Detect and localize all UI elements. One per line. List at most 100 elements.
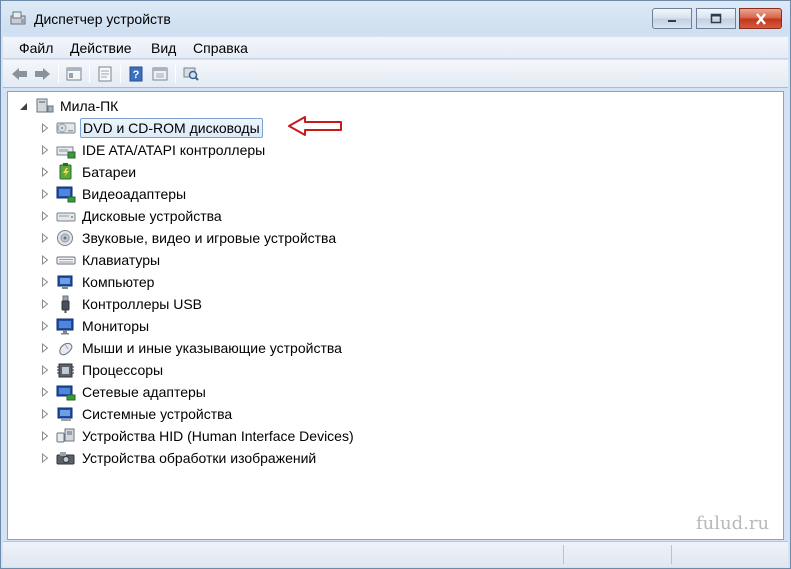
help-button[interactable]: ? — [127, 65, 145, 83]
tree-node-label: Сетевые адаптеры — [82, 384, 206, 400]
tree-node[interactable]: Звуковые, видео и игровые устройства — [40, 228, 338, 248]
tree-node-label: Батареи — [82, 164, 137, 180]
sound-device-icon — [56, 229, 76, 247]
forward-arrow-icon — [35, 68, 50, 80]
scan-hardware-button[interactable] — [182, 65, 200, 83]
expand-arrow-icon[interactable] — [40, 233, 50, 243]
tree-node[interactable]: Сетевые адаптеры — [40, 382, 208, 402]
watermark: fulud.ru — [696, 513, 770, 534]
menu-help[interactable]: Справка — [191, 40, 250, 56]
expand-arrow-icon[interactable] — [40, 321, 50, 331]
keyboard-icon — [56, 251, 76, 269]
tree-node[interactable]: Процессоры — [40, 360, 165, 380]
disk-drive-icon — [56, 207, 76, 225]
show-hide-tree-icon — [66, 67, 82, 81]
device-manager-window: Диспетчер устройств Файл Действие Вид Сп… — [0, 0, 791, 569]
title-bar[interactable]: Диспетчер устройств — [1, 1, 790, 36]
tree-node-label: Мониторы — [82, 318, 150, 334]
status-bar — [3, 541, 788, 567]
menu-bar: Файл Действие Вид Справка — [3, 37, 788, 59]
tree-node-label: Контроллеры USB — [82, 296, 202, 312]
toolbar-separator — [58, 65, 59, 83]
tree-node[interactable]: Системные устройства — [40, 404, 234, 424]
tree-node[interactable]: IDE ATA/ATAPI контроллеры — [40, 140, 267, 160]
tree-node-label: DVD и CD-ROM дисководы — [80, 118, 263, 138]
collapse-arrow-icon[interactable] — [18, 101, 28, 111]
display-adapter-icon — [56, 185, 76, 203]
computer-icon — [56, 273, 76, 291]
processor-icon — [56, 361, 76, 379]
back-button[interactable] — [11, 65, 29, 83]
tree-node[interactable]: Контроллеры USB — [40, 294, 204, 314]
expand-arrow-icon[interactable] — [40, 167, 50, 177]
expand-arrow-icon[interactable] — [40, 211, 50, 221]
tree-node-label: Системные устройства — [82, 406, 233, 422]
close-icon — [755, 12, 766, 25]
forward-button[interactable] — [33, 65, 51, 83]
status-segment — [671, 545, 672, 564]
menu-file[interactable]: Файл — [17, 40, 55, 56]
expand-arrow-icon[interactable] — [40, 123, 50, 133]
mouse-icon — [56, 339, 76, 357]
tree-node[interactable]: Клавиатуры — [40, 250, 162, 270]
computer-icon — [34, 97, 54, 115]
tree-node-label: Компьютер — [82, 274, 155, 290]
expand-arrow-icon[interactable] — [40, 189, 50, 199]
tree-node[interactable]: Дисковые устройства — [40, 206, 224, 226]
properties-button[interactable] — [96, 65, 114, 83]
minimize-icon — [668, 19, 676, 22]
tree-node-label: Устройства HID (Human Interface Devices) — [82, 428, 354, 444]
window-title: Диспетчер устройств — [34, 11, 171, 27]
tree-node[interactable]: Устройства обработки изображений — [40, 448, 318, 468]
tree-root-node[interactable]: Мила-ПК — [18, 96, 120, 116]
expand-arrow-icon[interactable] — [40, 387, 50, 397]
tree-node-label: Мыши и иные указывающие устройства — [82, 340, 342, 356]
expand-arrow-icon[interactable] — [40, 277, 50, 287]
update-driver-icon — [152, 67, 168, 81]
properties-icon — [98, 66, 112, 82]
maximize-icon — [710, 13, 722, 23]
monitor-icon — [56, 317, 76, 335]
scan-hardware-icon — [183, 67, 199, 81]
expand-arrow-icon[interactable] — [40, 255, 50, 265]
expand-arrow-icon[interactable] — [40, 453, 50, 463]
expand-arrow-icon[interactable] — [40, 343, 50, 353]
tree-node[interactable]: Компьютер — [40, 272, 156, 292]
network-adapter-icon — [56, 383, 76, 401]
tree-node[interactable]: Батареи — [40, 162, 138, 182]
back-arrow-icon — [12, 68, 27, 80]
expand-arrow-icon[interactable] — [40, 431, 50, 441]
minimize-button[interactable] — [652, 8, 692, 29]
tree-node[interactable]: Видеоадаптеры — [40, 184, 188, 204]
tree-node[interactable]: Мониторы — [40, 316, 151, 336]
expand-arrow-icon[interactable] — [40, 299, 50, 309]
tree-node[interactable]: DVD и CD-ROM дисководы — [40, 118, 263, 138]
expand-arrow-icon[interactable] — [40, 409, 50, 419]
battery-icon — [56, 163, 76, 181]
annotation-arrow-icon — [288, 116, 342, 136]
ide-controller-icon — [56, 141, 76, 159]
device-tree[interactable]: Мила-ПК DVD и CD-ROM дисководы IDE ATA/AT… — [7, 91, 784, 540]
menu-view[interactable]: Вид — [149, 40, 178, 56]
tree-node[interactable]: Мыши и иные указывающие устройства — [40, 338, 344, 358]
tree-node[interactable]: Устройства HID (Human Interface Devices) — [40, 426, 356, 446]
hid-icon — [56, 427, 76, 445]
usb-icon — [56, 295, 76, 313]
tree-node-label: Видеоадаптеры — [82, 186, 187, 202]
close-button[interactable] — [739, 8, 782, 29]
menu-action[interactable]: Действие — [68, 40, 134, 56]
toolbar-separator — [175, 65, 176, 83]
update-driver-button[interactable] — [151, 65, 169, 83]
dvd-drive-icon — [56, 119, 76, 137]
help-icon: ? — [129, 66, 143, 82]
show-hide-tree-button[interactable] — [65, 65, 83, 83]
tree-node-label: Клавиатуры — [82, 252, 161, 268]
maximize-button[interactable] — [696, 8, 736, 29]
toolbar-separator — [120, 65, 121, 83]
tree-node-label: Процессоры — [82, 362, 164, 378]
tree-node-label: IDE ATA/ATAPI контроллеры — [82, 142, 266, 158]
expand-arrow-icon[interactable] — [40, 145, 50, 155]
expand-arrow-icon[interactable] — [40, 365, 50, 375]
tree-node-label: Дисковые устройства — [82, 208, 222, 224]
device-manager-app-icon — [10, 10, 28, 26]
